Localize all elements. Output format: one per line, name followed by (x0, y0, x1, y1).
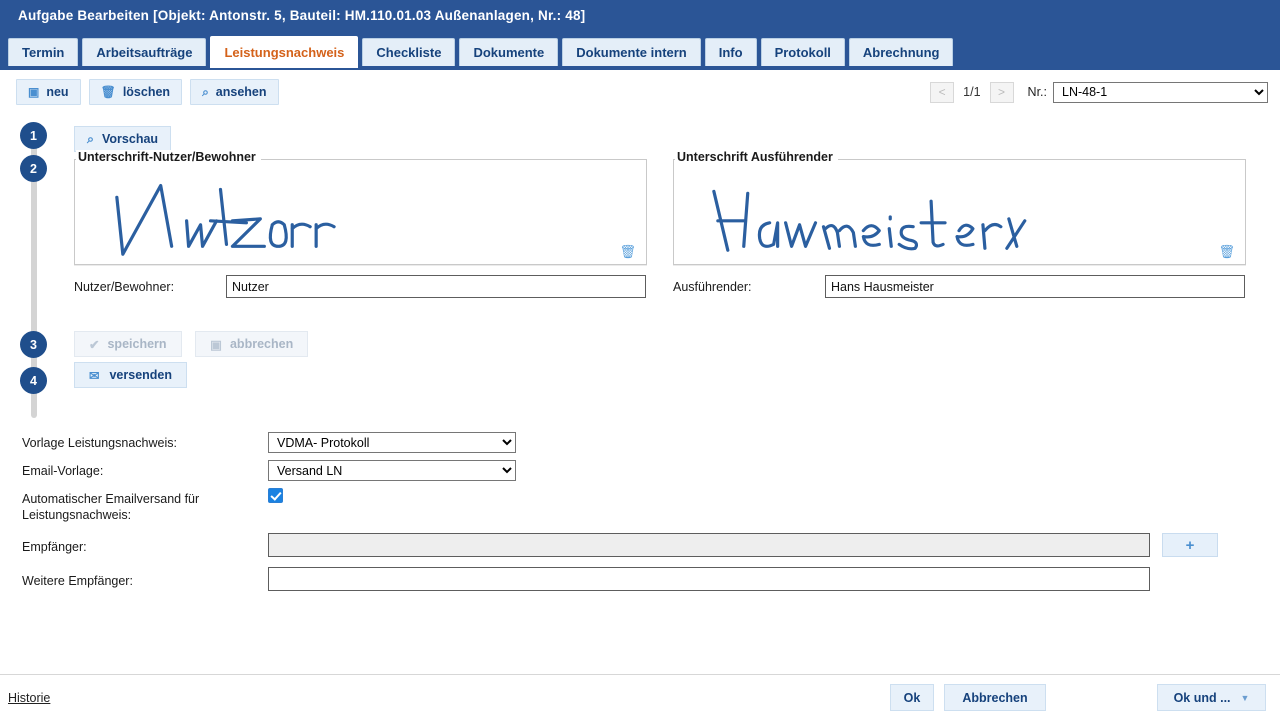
versenden-button[interactable]: ✉ versenden (74, 362, 188, 388)
auto-email-label: Automatischer Emailversand für Leistungs… (22, 492, 200, 522)
window-title: Aufgabe Bearbeiten [Objekt: Antonstr. 5,… (18, 7, 586, 23)
record-navigation: < 1/1 > Nr.: LN-48-1 (930, 76, 1268, 108)
tab-checkliste[interactable]: Checkliste (362, 38, 456, 66)
check-icon: ✔ (89, 337, 100, 352)
ansehen-button-label: ansehen (215, 85, 267, 99)
nutzer-input[interactable] (226, 275, 646, 298)
empfaenger-input[interactable] (268, 533, 1150, 557)
ok-button[interactable]: Ok (890, 684, 934, 711)
tab-bar: Termin Arbeitsaufträge Leistungsnachweis… (0, 30, 1280, 70)
tab-dokumente[interactable]: Dokumente (459, 38, 559, 66)
ausfuehrender-field-row: Ausführender: (673, 275, 1245, 298)
record-page-indicator: 1/1 (963, 85, 981, 99)
nr-select[interactable]: LN-48-1 (1053, 81, 1268, 103)
prev-record-button[interactable]: < (930, 81, 955, 103)
vorschau-row: ⌕ Vorschau (74, 126, 172, 152)
speichern-button-label: speichern (107, 337, 167, 351)
vorschau-button[interactable]: ⌕ Vorschau (74, 126, 172, 152)
versenden-button-label: versenden (109, 368, 173, 382)
ausfuehrender-input[interactable] (825, 275, 1245, 298)
ansehen-button[interactable]: ⌕ ansehen (190, 79, 279, 105)
tab-protokoll[interactable]: Protokoll (760, 38, 845, 66)
step-marker-2: 2 (20, 155, 47, 182)
tab-abrechnung[interactable]: Abrechnung (848, 38, 954, 66)
ok-und-dropdown-button[interactable]: Ok und ... ▼ (1157, 684, 1266, 711)
email-vorlage-label: Email-Vorlage: (22, 464, 104, 478)
send-row: ✉ versenden (74, 362, 188, 388)
vorlage-select[interactable]: VDMA- Protokoll (268, 432, 516, 453)
step-marker-4: 4 (20, 367, 47, 394)
empfaenger-add-button[interactable]: + (1162, 533, 1218, 557)
save-cancel-row: ✔ speichern ▣ abbrechen (74, 331, 318, 357)
email-settings-form: Vorlage Leistungsnachweis: VDMA- Protoko… (22, 432, 1262, 598)
signature-ausfuehrender-delete-icon[interactable]: 🗑 (1218, 245, 1235, 258)
tab-leistungsnachweis[interactable]: Leistungsnachweis (210, 36, 359, 68)
tab-termin[interactable]: Termin (8, 38, 79, 66)
magnifier-icon: ⌕ (87, 131, 95, 146)
cancel-box-icon: ▣ (210, 337, 222, 352)
nr-label: Nr.: (1027, 85, 1047, 99)
step-marker-1: 1 (20, 122, 47, 149)
neu-button[interactable]: ▣ neu (16, 79, 81, 105)
signature-panel-ausfuehrender: Unterschrift Ausführender 🗑 (673, 150, 1246, 265)
new-document-icon: ▣ (28, 85, 40, 99)
tab-info[interactable]: Info (704, 38, 757, 66)
signature-ausfuehrender-canvas[interactable]: 🗑 (673, 159, 1246, 265)
weitere-empfaenger-label: Weitere Empfänger: (22, 573, 133, 588)
dialog-footer: Historie Ok Abbrechen Ok und ... ▼ (0, 674, 1280, 720)
signature-nutzer-canvas[interactable]: 🗑 (74, 159, 647, 265)
email-vorlage-select[interactable]: Versand LN (268, 460, 516, 481)
signature-nutzer-delete-icon[interactable]: 🗑 (619, 245, 636, 258)
step-marker-3: 3 (20, 331, 47, 358)
abbrechen-button[interactable]: ▣ abbrechen (195, 331, 309, 357)
signature-nutzer-legend: Unterschrift-Nutzer/Bewohner (76, 150, 261, 164)
tab-arbeitsauftraege[interactable]: Arbeitsaufträge (82, 38, 207, 66)
ausfuehrender-label: Ausführender: (673, 279, 752, 294)
trash-icon: 🗑 (100, 85, 116, 99)
signature-ausfuehrender-ink (712, 189, 1027, 252)
signature-ausfuehrender-legend: Unterschrift Ausführender (675, 150, 838, 164)
speichern-button[interactable]: ✔ speichern (74, 331, 182, 357)
abbrechen-footer-button[interactable]: Abbrechen (944, 684, 1046, 711)
weitere-empfaenger-row: Weitere Empfänger: (22, 567, 1262, 591)
email-vorlage-row: Email-Vorlage: Versand LN (22, 460, 1262, 481)
empfaenger-label: Empfänger: (22, 539, 87, 554)
envelope-icon: ✉ (89, 368, 100, 383)
vorschau-button-label: Vorschau (102, 132, 159, 146)
nutzer-field-row: Nutzer/Bewohner: (74, 275, 646, 298)
abbrechen-button-label: abbrechen (229, 337, 294, 351)
app-window: Aufgabe Bearbeiten [Objekt: Antonstr. 5,… (0, 0, 1280, 720)
historie-link[interactable]: Historie (8, 691, 50, 705)
record-toolbar: ▣ neu 🗑 löschen ⌕ ansehen < 1/1 > Nr.: L… (0, 76, 1280, 108)
empfaenger-row: Empfänger: + (22, 533, 1262, 557)
nutzer-label: Nutzer/Bewohner: (74, 279, 175, 294)
tab-dokumente-intern[interactable]: Dokumente intern (562, 38, 701, 66)
magnifier-icon: ⌕ (202, 85, 209, 99)
neu-button-label: neu (46, 85, 69, 99)
ok-und-label: Ok und ... (1173, 690, 1231, 705)
auto-email-checkbox[interactable] (268, 488, 283, 503)
chevron-down-icon: ▼ (1240, 692, 1250, 703)
auto-email-row: Automatischer Emailversand für Leistungs… (22, 488, 1262, 523)
vorlage-row: Vorlage Leistungsnachweis: VDMA- Protoko… (22, 432, 1262, 453)
loeschen-button-label: löschen (122, 85, 171, 99)
next-record-button[interactable]: > (989, 81, 1014, 103)
weitere-empfaenger-input[interactable] (268, 567, 1150, 591)
window-titlebar: Aufgabe Bearbeiten [Objekt: Antonstr. 5,… (0, 0, 1280, 30)
signature-panel-nutzer: Unterschrift-Nutzer/Bewohner 🗑 (74, 150, 647, 265)
loeschen-button[interactable]: 🗑 löschen (88, 79, 183, 105)
vorlage-label: Vorlage Leistungsnachweis: (22, 436, 177, 450)
signature-nutzer-ink (115, 183, 336, 256)
